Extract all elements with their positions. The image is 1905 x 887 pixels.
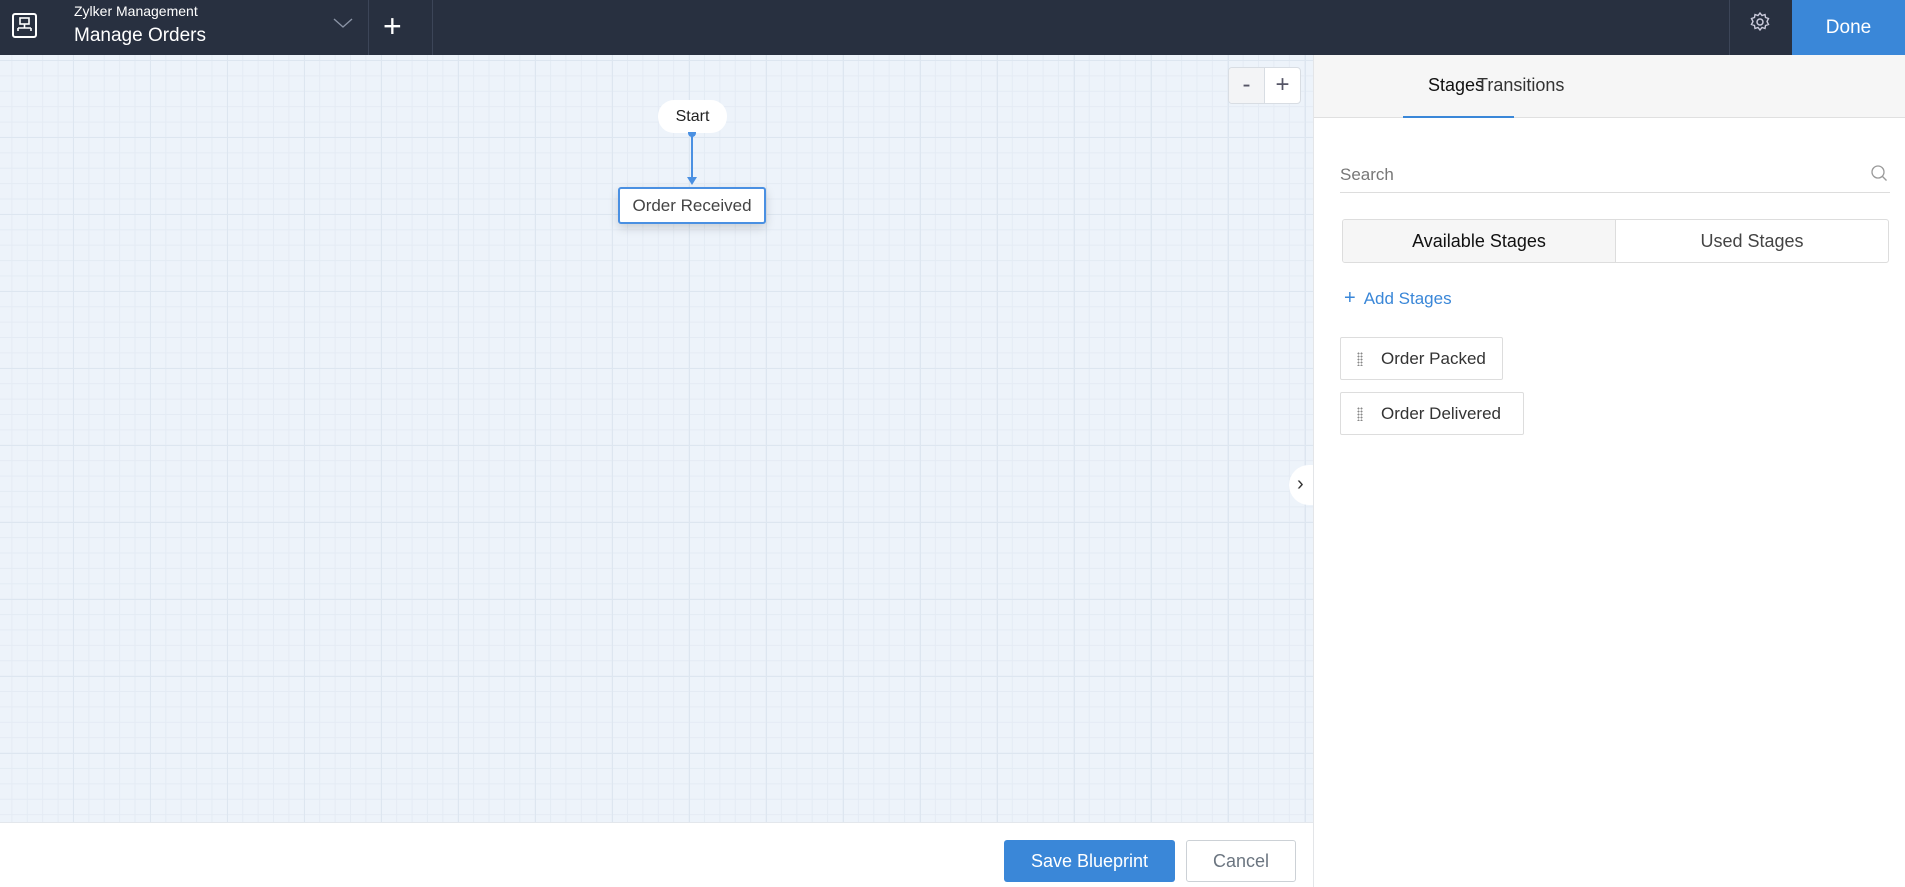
divider: [1729, 0, 1730, 55]
plus-icon: +: [1344, 287, 1356, 309]
add-stages-label: Add Stages: [1363, 289, 1452, 308]
blueprint-title: Manage Orders: [74, 25, 207, 46]
search-placeholder: Search: [1340, 165, 1394, 184]
divider: [368, 0, 369, 55]
add-blueprint-button[interactable]: +: [383, 6, 402, 46]
chevron-right-icon: ›: [1297, 473, 1304, 495]
stage-item[interactable]: Order Delivered: [1340, 392, 1524, 435]
tab-transitions-label: Transitions: [1477, 75, 1565, 95]
panel-tabs: Stages Transitions: [1314, 55, 1905, 118]
divider: [432, 0, 433, 55]
blueprint-canvas[interactable]: [0, 55, 1313, 822]
zoom-controls: - +: [1228, 67, 1301, 104]
stage-label: Order Packed: [1381, 349, 1486, 368]
transition-line: [691, 133, 693, 183]
add-stages-button[interactable]: + Add Stages: [1344, 287, 1452, 310]
stage-label: Order Delivered: [1381, 404, 1501, 423]
stage-filter-toggle: Available Stages Used Stages: [1342, 219, 1889, 263]
chevron-down-icon[interactable]: [332, 12, 354, 34]
arrow-icon: [687, 177, 697, 185]
search-icon: [1871, 165, 1887, 181]
zoom-in-button[interactable]: +: [1265, 68, 1300, 103]
zoom-out-button[interactable]: -: [1229, 68, 1265, 103]
cancel-button[interactable]: Cancel: [1186, 840, 1296, 882]
drag-handle-icon[interactable]: [1357, 407, 1363, 421]
org-name: Zylker Management: [74, 3, 198, 19]
gear-icon[interactable]: [1748, 10, 1772, 34]
stage-node-order-received[interactable]: Order Received: [618, 187, 766, 224]
stages-panel: Stages Transitions Search Available Stag…: [1313, 55, 1905, 887]
drag-handle-icon[interactable]: [1357, 352, 1363, 366]
save-blueprint-button[interactable]: Save Blueprint: [1004, 840, 1175, 882]
used-stages-tab[interactable]: Used Stages: [1616, 220, 1888, 262]
start-node[interactable]: Start: [658, 100, 727, 133]
stage-item[interactable]: Order Packed: [1340, 337, 1503, 380]
search-input[interactable]: Search: [1340, 155, 1890, 193]
done-button[interactable]: Done: [1792, 0, 1905, 55]
blueprint-icon: [12, 13, 37, 38]
available-stages-tab[interactable]: Available Stages: [1343, 220, 1616, 262]
top-bar: Zylker Management Manage Orders + Done: [0, 0, 1905, 55]
